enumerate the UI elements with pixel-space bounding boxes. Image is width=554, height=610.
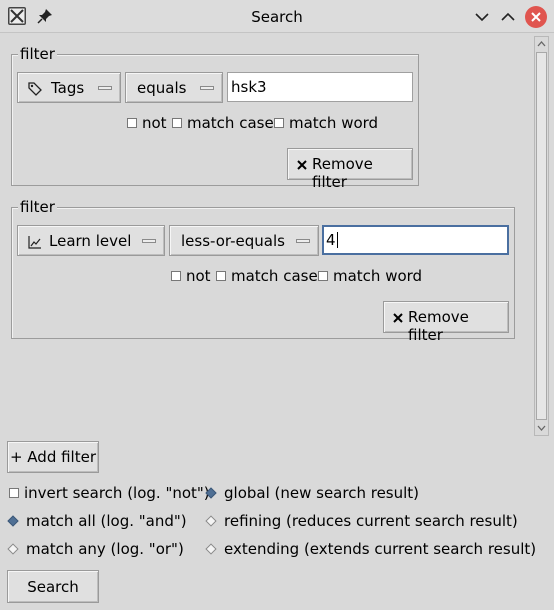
invert-search-label: invert search (log. "not") [24,484,210,502]
match-word-checkbox[interactable]: match word [318,267,422,285]
checkbox-box [172,118,182,128]
checkbox-box [274,118,284,128]
filter-operator-select[interactable]: less-or-equals [169,225,319,256]
remove-filter-button[interactable]: Remove filter [287,148,413,191]
close-icon [393,313,403,323]
not-label: not [142,114,167,132]
scope-extending-label: extending (extends current search result… [224,540,537,558]
scroll-up-icon[interactable] [535,37,548,51]
scope-global-radio[interactable]: global (new search result) [205,484,419,502]
invert-search-checkbox[interactable]: invert search (log. "not") [9,484,210,502]
close-icon [525,6,547,28]
chevron-up-icon [501,12,515,21]
match-all-radio[interactable]: match all (log. "and") [7,512,187,530]
maximize-button[interactable] [497,6,519,28]
match-any-label: match any (log. "or") [26,540,184,558]
checkbox-box [9,488,19,498]
title-bar: Search [0,0,554,33]
match-case-checkbox[interactable]: match case [216,267,318,285]
close-button[interactable] [525,6,547,28]
match-case-checkbox[interactable]: match case [172,114,274,132]
radio-indicator [205,515,217,527]
dropdown-grip-icon [98,86,112,90]
match-word-checkbox[interactable]: match word [274,114,378,132]
filter-field-select[interactable]: Tags [17,72,121,103]
scope-refining-radio[interactable]: refining (reduces current search result) [205,512,518,530]
filter-value-input[interactable]: 4 [322,225,509,255]
not-checkbox[interactable]: not [127,114,167,132]
remove-filter-label: Remove filter [408,308,469,344]
radio-indicator [205,543,217,555]
not-label: not [186,267,211,285]
match-any-radio[interactable]: match any (log. "or") [7,540,184,558]
match-case-label: match case [231,267,318,285]
filter-field-label: Learn level [49,232,132,250]
filter-value-input[interactable]: hsk3 [227,72,413,102]
radio-indicator [205,487,217,499]
dropdown-grip-icon [296,239,310,243]
filter-legend: filter [18,198,57,216]
checkbox-box [127,118,137,128]
minimize-button[interactable] [471,6,493,28]
match-all-label: match all (log. "and") [26,512,187,530]
filter-field-select[interactable]: Learn level [17,225,165,256]
filter-operator-label: less-or-equals [181,232,285,250]
match-word-label: match word [333,267,423,285]
scrollbar-thumb[interactable] [536,52,547,420]
vertical-scrollbar[interactable] [534,36,549,436]
filter-operator-select[interactable]: equals [125,72,223,103]
filter-group-2: filter Learn level less-or-equals 4 not … [11,198,515,344]
filter-scroll-area: filter Tags equals hsk3 not match case m… [0,34,532,438]
filter-field-label: Tags [51,79,85,97]
not-checkbox[interactable]: not [171,267,211,285]
add-filter-button[interactable]: + Add filter [7,441,99,473]
filter-operator-label: equals [137,79,187,97]
remove-filter-button[interactable]: Remove filter [383,301,509,344]
filter-group-1: filter Tags equals hsk3 not match case m… [11,45,419,191]
match-case-label: match case [187,114,274,132]
text-caret [336,232,338,248]
search-button[interactable]: Search [7,570,99,603]
filter-legend: filter [18,45,57,63]
close-icon [297,160,307,170]
dropdown-grip-icon [200,86,214,90]
scope-global-label: global (new search result) [224,484,420,502]
scroll-down-icon[interactable] [535,421,548,435]
chevron-down-icon [475,13,489,22]
chart-line-icon [28,236,41,249]
tag-icon [28,82,42,96]
match-word-label: match word [289,114,379,132]
filter-value-text: 4 [326,231,336,249]
dropdown-grip-icon [142,239,156,243]
remove-filter-label: Remove filter [312,155,373,191]
checkbox-box [318,271,328,281]
radio-indicator [7,515,19,527]
scope-refining-label: refining (reduces current search result) [224,512,518,530]
checkbox-box [171,271,181,281]
checkbox-box [216,271,226,281]
radio-indicator [7,543,19,555]
scope-extending-radio[interactable]: extending (extends current search result… [205,540,536,558]
